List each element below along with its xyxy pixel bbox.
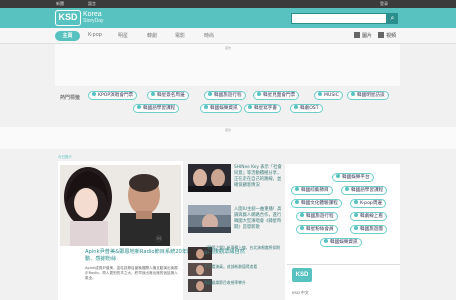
search-input[interactable] bbox=[291, 13, 387, 24]
nav-home[interactable]: 主頁 bbox=[55, 31, 80, 41]
dot-icon bbox=[354, 226, 358, 230]
dot-icon bbox=[324, 239, 328, 243]
ad-label: 廣告 bbox=[225, 46, 232, 50]
dot-icon bbox=[151, 92, 155, 96]
dot-icon bbox=[354, 200, 358, 204]
sidebar-caption: KSD 中文 bbox=[292, 290, 309, 295]
nav-photos[interactable]: 圖片 bbox=[354, 32, 372, 39]
logo-mark: KSD bbox=[55, 10, 81, 26]
dot-icon bbox=[345, 187, 349, 191]
tag-item[interactable]: MUSIC bbox=[314, 91, 343, 100]
search-icon: ⌕ bbox=[390, 14, 395, 22]
ad-banner-middle[interactable]: 廣告 bbox=[0, 127, 456, 149]
news-thumb-image bbox=[188, 205, 231, 233]
featured-image[interactable]: Ⓜ bbox=[60, 165, 181, 246]
nav-stars[interactable]: 明星 bbox=[118, 32, 128, 39]
dot-icon bbox=[336, 174, 340, 178]
tag-item[interactable]: 韓國語學習課程 bbox=[133, 104, 180, 113]
nav-drama[interactable]: 韓劇 bbox=[147, 32, 157, 39]
tag-item[interactable]: KPOP演唱會門票 bbox=[88, 91, 138, 100]
dot-icon bbox=[351, 92, 355, 96]
sidebar-tag[interactable]: 韓國語學習課程 bbox=[341, 186, 388, 195]
featured-body: Apink成員尹普美、金柱延節目當晚展開人機互動演出後展示Radio，再人更別的… bbox=[85, 266, 178, 280]
news-thumb[interactable] bbox=[188, 164, 231, 192]
nav-fashion[interactable]: 時尚 bbox=[204, 32, 214, 39]
dot-icon bbox=[92, 92, 96, 96]
dot-icon bbox=[300, 213, 304, 217]
news-headline[interactable]: SHINee Key 表示「社會同意」等活動積極分享，正在走在自己的路線，並確保… bbox=[234, 165, 282, 189]
tag-item[interactable]: 韓星寫字書 bbox=[244, 104, 281, 113]
photo-icon bbox=[354, 32, 360, 38]
dot-icon bbox=[137, 105, 141, 109]
dot-icon bbox=[295, 187, 299, 191]
dot-icon bbox=[295, 200, 299, 204]
site-logo[interactable]: KSD Korea StoryDay bbox=[55, 10, 115, 26]
news-thumb-image bbox=[188, 164, 231, 192]
news-thumb[interactable] bbox=[188, 205, 231, 233]
news-headline[interactable]: 入圍IU主創一曲重播！高調與藝人網路合作，進行韓國大型演唱會《韓星時期》首發新歌 bbox=[234, 207, 282, 231]
sidebar-tag[interactable]: 韓劇線上看 bbox=[350, 212, 387, 221]
ad-label: 廣告 bbox=[225, 128, 232, 132]
tag-item[interactable]: 韓星見面會門票 bbox=[253, 91, 300, 100]
dot-icon bbox=[248, 105, 252, 109]
sidebar-tag[interactable]: K-pop周邊 bbox=[350, 199, 387, 208]
featured-section-label: 今日推介 bbox=[58, 155, 72, 159]
dot-icon bbox=[208, 92, 212, 96]
logo-line2: StoryDay bbox=[83, 18, 104, 24]
video-icon bbox=[378, 32, 384, 38]
sidebar-tag[interactable]: 韓國旅遊行程 bbox=[296, 212, 338, 221]
sidebar-tag[interactable]: 韓國娛樂資訊 bbox=[320, 238, 362, 247]
sidebar-tag[interactable]: 韓國娛樂平台 bbox=[332, 173, 374, 182]
featured-photo: Ⓜ bbox=[60, 165, 181, 246]
sidebar-tag[interactable]: 韓星粉絲會員 bbox=[296, 225, 338, 234]
tag-item[interactable]: 韓星簽名周邊 bbox=[147, 91, 189, 100]
tag-item[interactable]: 韓國娛樂資訊 bbox=[200, 104, 242, 113]
sidebar-tag[interactable]: 韓國文化體驗課程 bbox=[291, 199, 342, 208]
dot-icon bbox=[294, 105, 298, 109]
svg-text:Ⓜ: Ⓜ bbox=[156, 235, 162, 243]
tag-item[interactable]: 韓國明星訪談 bbox=[347, 91, 389, 100]
tag-item[interactable]: 韓劇OST bbox=[290, 104, 323, 113]
logo-line1: Korea bbox=[83, 11, 102, 18]
tag-cloud-title: 熱門標籤 bbox=[60, 95, 81, 101]
dot-icon bbox=[257, 92, 261, 96]
nav-kpop[interactable]: K-pop bbox=[88, 32, 102, 38]
news-headline[interactable]: 不只看演員，這部新劇值得追看 bbox=[204, 264, 282, 269]
topbar-link-news[interactable]: 新聞 bbox=[56, 1, 64, 7]
sidebar-logo[interactable]: KSD bbox=[292, 268, 312, 282]
dot-icon bbox=[354, 213, 358, 217]
main-nav: 主頁 K-pop 明星 韓劇 電影 時尚 圖片 視頻 bbox=[0, 28, 456, 44]
nav-movie[interactable]: 電影 bbox=[175, 32, 185, 39]
dot-icon bbox=[204, 105, 208, 109]
news-headline[interactable]: 韓國娛樂節目收視率攀升 bbox=[204, 280, 282, 285]
site-header: KSD Korea StoryDay ⌕ bbox=[0, 8, 456, 28]
dot-icon bbox=[318, 92, 322, 96]
tag-item[interactable]: 韓國旅遊行程 bbox=[204, 91, 246, 100]
topbar-login[interactable]: 登录 bbox=[380, 1, 388, 7]
dot-icon bbox=[300, 226, 304, 230]
top-utility-bar: 新聞 語言 登录 bbox=[0, 0, 456, 8]
nav-videos[interactable]: 視頻 bbox=[378, 32, 396, 39]
search-button[interactable]: ⌕ bbox=[387, 13, 398, 24]
sidebar-tag[interactable]: 韓國旅遊團 bbox=[350, 225, 387, 234]
topbar-link-korea[interactable]: 語言 bbox=[88, 1, 96, 7]
news-headline[interactable]: 《國際之聲》新專輯上線，台北演唱會將如期舉行 bbox=[204, 245, 282, 255]
ad-banner-top[interactable]: 廣告 bbox=[55, 44, 400, 86]
sidebar-tag[interactable]: 韓國綜藝節目 bbox=[291, 186, 333, 195]
